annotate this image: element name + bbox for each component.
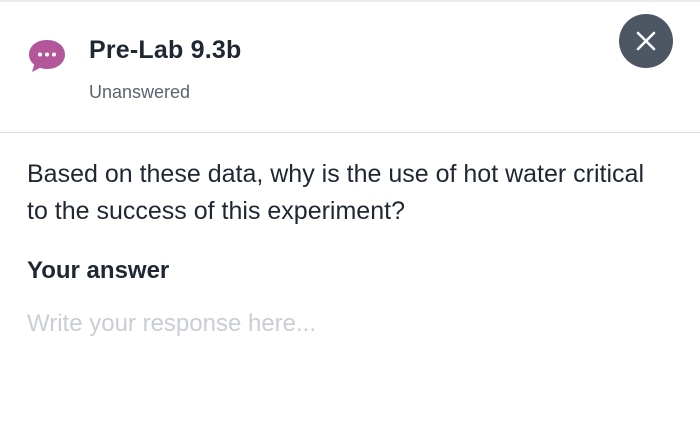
question-header: Pre-Lab 9.3b Unanswered (0, 0, 700, 133)
chat-bubble-icon (27, 38, 67, 74)
question-text: Based on these data, why is the use of h… (27, 160, 645, 225)
answer-label: Your answer (27, 257, 170, 284)
close-icon (636, 31, 656, 51)
answer-input[interactable] (27, 306, 667, 416)
question-panel: Pre-Lab 9.3b Unanswered Based on these d… (0, 0, 700, 427)
close-button[interactable] (619, 14, 673, 68)
status-label: Unanswered (89, 82, 191, 102)
page-title: Pre-Lab 9.3b (89, 36, 242, 64)
